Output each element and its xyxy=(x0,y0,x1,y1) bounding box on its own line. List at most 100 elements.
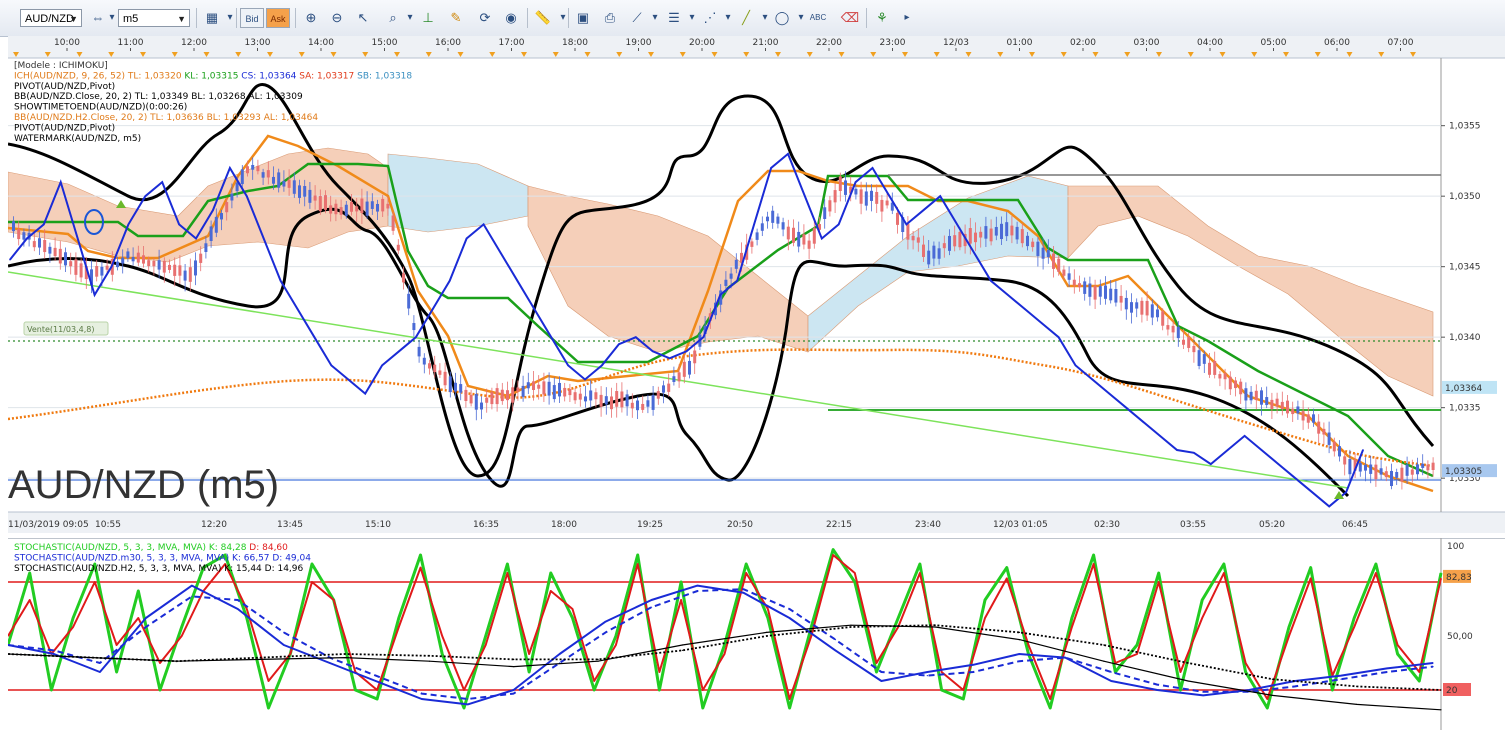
candle-body xyxy=(1364,464,1367,471)
trendline-icon[interactable]: ⟋ xyxy=(627,8,647,28)
text-icon[interactable]: ABC xyxy=(808,8,828,28)
symbol-select[interactable]: AUD/NZD ▼ xyxy=(20,9,82,27)
top-axis-label: 20:00 xyxy=(689,38,715,48)
stochastic-point xyxy=(1110,680,1112,682)
candle-body xyxy=(1093,286,1097,300)
stochastic-point xyxy=(723,653,726,655)
stochastic-level-label: 82,83 xyxy=(1446,573,1472,583)
candle-body xyxy=(636,400,639,411)
vertical-line-icon[interactable]: ⊥ xyxy=(418,8,438,28)
candle-body xyxy=(838,176,842,191)
candle-body xyxy=(1410,469,1414,475)
fan-icon[interactable]: ⋰ xyxy=(700,8,720,28)
zoom-in-icon[interactable]: ⊕ xyxy=(301,8,321,28)
candle-body xyxy=(594,392,598,400)
zoom-out-icon[interactable]: ⊖ xyxy=(327,8,347,28)
candle-body xyxy=(1046,250,1050,258)
top-axis-label: 12:00 xyxy=(181,38,207,48)
timeframe-value: m5 xyxy=(123,13,139,25)
image-icon[interactable]: ▣ xyxy=(573,8,593,28)
candle-body xyxy=(1166,325,1170,330)
candle-body xyxy=(922,244,925,257)
chevron-down-icon[interactable]: ▸ xyxy=(897,8,917,28)
cursor-icon[interactable]: ↖ xyxy=(353,8,373,28)
top-axis-label: 10:00 xyxy=(54,38,80,48)
line-draw-icon[interactable]: ╱ xyxy=(736,8,756,28)
stochastic-point xyxy=(593,689,595,691)
stochastic-point xyxy=(702,707,704,709)
candle-body xyxy=(864,191,868,206)
list-icon[interactable]: ☰ xyxy=(664,8,684,28)
stochastic-point xyxy=(832,549,834,551)
candle-body xyxy=(298,185,301,198)
candle-body xyxy=(844,180,847,195)
indicator-value: CS: 1,03364 xyxy=(238,71,296,81)
close-point xyxy=(601,364,603,367)
stochastic-point xyxy=(1340,678,1342,680)
top-axis-label: 01:00 xyxy=(1007,38,1033,48)
chevron-down-icon[interactable]: ▾ xyxy=(645,8,665,28)
chevron-down-icon[interactable]: ▾ xyxy=(400,8,420,28)
bid-button[interactable]: Bid xyxy=(240,8,264,28)
chevron-down-icon[interactable]: ▾ xyxy=(553,8,573,28)
stochastic-point xyxy=(1018,653,1020,655)
chevron-down-icon[interactable]: ▾ xyxy=(220,8,240,28)
candle-body xyxy=(292,180,296,194)
stochastic-point xyxy=(1353,626,1355,628)
stochastic-point xyxy=(99,671,101,673)
chevron-down-icon[interactable]: ▾ xyxy=(682,8,702,28)
close-point xyxy=(212,209,214,212)
candle-body xyxy=(1280,401,1284,410)
candle-body xyxy=(1020,229,1024,244)
stochastic-point xyxy=(506,563,508,565)
eraser-icon[interactable]: ⌫ xyxy=(840,8,860,28)
toolbar-separator xyxy=(527,8,528,28)
candle-body xyxy=(95,266,99,277)
candle-body xyxy=(360,198,364,214)
main-price-chart[interactable]: 10:00 11:00 12:00 13:00 14:00 15:00 16:00 17:00… xyxy=(8,36,1505,533)
stochastic-point xyxy=(850,624,852,626)
note-icon[interactable]: ✎ xyxy=(446,8,466,28)
candle-body xyxy=(1426,464,1430,471)
ruler-icon[interactable]: 📏 xyxy=(533,8,553,28)
candle-body xyxy=(12,221,15,232)
stochastic-point xyxy=(513,658,515,660)
stochastic-point xyxy=(767,608,769,610)
stochastic-point xyxy=(1310,577,1312,579)
stochastic-chart[interactable]: 100 50,00 82,83 20 STOCHASTIC(AUD/NZD, 5, 3… xyxy=(8,538,1505,730)
candle-body xyxy=(916,237,920,243)
stochastic-point xyxy=(181,626,183,628)
stochastic-point xyxy=(597,658,599,660)
vente-annotation[interactable]: Vente(11/03,4,8) xyxy=(23,321,109,336)
stochastic-point xyxy=(485,644,487,646)
stochastic-point xyxy=(260,658,262,660)
chart-type-icon[interactable]: ▦ xyxy=(202,8,222,28)
refresh-icon[interactable]: ⟳ xyxy=(475,8,495,28)
stochastic-point xyxy=(1356,685,1358,687)
globe-icon[interactable]: ◉ xyxy=(501,8,521,28)
stochastic-point xyxy=(528,671,530,673)
print-icon[interactable]: ⎙ xyxy=(600,8,620,28)
candle-body xyxy=(1109,288,1113,301)
candle-body xyxy=(69,261,73,267)
candle-body xyxy=(1124,297,1128,310)
ask-button[interactable]: Ask xyxy=(266,8,290,28)
bottom-axis-label: 18:00 xyxy=(551,520,577,530)
ellipse-icon[interactable]: ◯ xyxy=(772,8,792,28)
close-point xyxy=(499,251,502,254)
stochastic-point xyxy=(283,644,285,646)
close-point xyxy=(1091,378,1094,381)
stochastic-point xyxy=(1018,639,1021,641)
toolbar: AUD/NZD ▼ ⇔ ▾ m5 ▼ ▦ ▾ Bid Ask ⊕ ⊖ ↖ ⌕ ▾ ⊥… xyxy=(0,0,1505,37)
close-point xyxy=(837,223,840,226)
stochastic-point xyxy=(766,635,768,637)
stochastic-point xyxy=(941,671,943,673)
stochastic-point xyxy=(191,595,193,597)
bottom-axis-label: 15:10 xyxy=(365,520,391,530)
chevron-down-icon[interactable]: ▾ xyxy=(718,8,738,28)
timeframe-select[interactable]: m5 ▼ xyxy=(118,9,190,27)
candle-body xyxy=(1416,464,1419,475)
stochastic-point xyxy=(1103,644,1105,646)
candle-body xyxy=(381,198,385,212)
tree-icon[interactable]: ⚘ xyxy=(872,8,892,28)
